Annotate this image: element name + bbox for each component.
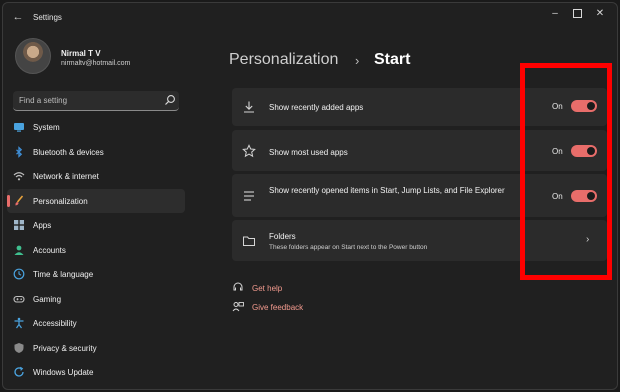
bluetooth-icon xyxy=(16,145,23,158)
sidebar-item-accounts[interactable]: Accounts xyxy=(7,238,185,263)
brush-icon xyxy=(15,194,24,205)
sidebar-item-label: Gaming xyxy=(33,294,62,304)
sidebar-item-apps[interactable]: Apps xyxy=(7,213,185,238)
wifi-icon xyxy=(13,172,25,181)
sidebar-item-label: System xyxy=(33,123,60,132)
page-title: Start xyxy=(374,51,411,68)
sidebar-item-label: Personalization xyxy=(33,196,88,206)
setting-title: Show recently opened items in Start, Jum… xyxy=(269,186,505,195)
get-help-label: Get help xyxy=(252,284,283,293)
setting-title: Show recently added apps xyxy=(269,103,364,112)
sidebar-item-network[interactable]: Network & internet xyxy=(7,164,185,189)
search-box[interactable] xyxy=(13,91,179,111)
sidebar-item-label: Time & language xyxy=(33,270,94,279)
breadcrumb-separator: › xyxy=(355,53,360,68)
search-input[interactable] xyxy=(19,91,159,110)
give-feedback-label: Give feedback xyxy=(252,303,304,312)
accessibility-icon xyxy=(14,317,24,329)
maximize-icon xyxy=(572,9,582,18)
sidebar-item-gaming[interactable]: Gaming xyxy=(7,287,185,312)
sidebar-item-accessibility[interactable]: Accessibility xyxy=(7,311,185,336)
person-icon xyxy=(14,245,24,255)
sidebar-item-label: Privacy & security xyxy=(33,343,97,353)
minimize-button[interactable]: – xyxy=(543,6,567,22)
sidebar-item-windows-update[interactable]: Windows Update xyxy=(7,360,185,385)
update-icon xyxy=(14,366,24,377)
setting-title: Show most used apps xyxy=(269,148,348,157)
sidebar-item-personalization[interactable]: Personalization xyxy=(7,188,185,213)
breadcrumb-parent[interactable]: Personalization xyxy=(229,51,338,69)
maximize-button[interactable] xyxy=(565,6,589,22)
search-icon[interactable] xyxy=(164,94,176,106)
sidebar-item-label: Apps xyxy=(33,221,52,230)
sidebar-item-label: Bluetooth & devices xyxy=(33,147,104,157)
sidebar-item-bluetooth[interactable]: Bluetooth & devices xyxy=(7,140,185,165)
shield-icon xyxy=(14,342,24,353)
get-help-link[interactable]: Get help xyxy=(232,282,372,296)
close-button[interactable]: ✕ xyxy=(588,6,612,22)
folder-icon xyxy=(243,236,255,246)
apps-icon xyxy=(14,220,24,230)
star-icon xyxy=(242,144,256,158)
gamepad-icon xyxy=(13,295,25,303)
sidebar-item-label: Network & internet xyxy=(33,172,99,181)
sidebar-item-label: Accessibility xyxy=(33,319,77,328)
sidebar-item-time-language[interactable]: Time & language xyxy=(7,262,185,287)
setting-title: Folders xyxy=(269,232,296,241)
help-icon xyxy=(233,282,243,291)
highlight-annotation-box xyxy=(520,63,612,280)
sidebar-nav: System Bluetooth & devices Network & int… xyxy=(7,115,187,385)
globe-clock-icon xyxy=(13,268,25,280)
monitor-icon xyxy=(14,123,24,132)
sidebar-item-system[interactable]: System xyxy=(7,115,185,140)
title-bar: ← Settings – ✕ xyxy=(3,3,617,33)
user-email: nirmaltv@hotmail.com xyxy=(61,60,131,67)
back-arrow-icon[interactable]: ← xyxy=(11,10,25,24)
app-title: Settings xyxy=(33,13,62,22)
settings-window: ← Settings – ✕ Nirmal T V nirmaltv@hotma… xyxy=(2,2,618,390)
download-icon xyxy=(244,101,254,113)
avatar[interactable] xyxy=(15,38,51,74)
give-feedback-link[interactable]: Give feedback xyxy=(232,301,372,315)
sidebar-item-label: Windows Update xyxy=(33,368,94,377)
sidebar-item-privacy-security[interactable]: Privacy & security xyxy=(7,336,185,361)
setting-description: These folders appear on Start next to th… xyxy=(269,244,428,251)
feedback-icon xyxy=(232,302,244,312)
sidebar-item-label: Accounts xyxy=(33,245,66,255)
list-icon xyxy=(244,191,254,201)
user-name: Nirmal T V xyxy=(61,49,101,58)
